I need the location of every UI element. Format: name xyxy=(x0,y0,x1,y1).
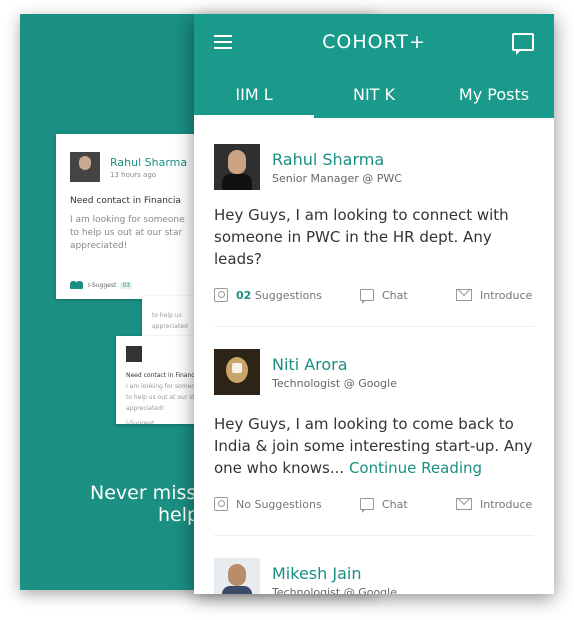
suggestions-label: No Suggestions xyxy=(236,497,322,511)
tagline: Never miss xyxy=(90,482,197,504)
avatar xyxy=(126,346,142,362)
post-time: 13 hours ago xyxy=(110,170,157,179)
author-role: Senior Manager @ PWC xyxy=(272,171,402,185)
continue-reading-link[interactable]: Continue Reading xyxy=(349,459,482,477)
introduce-button[interactable]: Introduce xyxy=(456,498,532,511)
author-role: Technologist @ Google xyxy=(272,585,397,595)
app-title: COHORT+ xyxy=(322,31,426,53)
suggestions-button[interactable]: No Suggestions xyxy=(214,497,360,511)
people-icon xyxy=(70,281,84,289)
author-name[interactable]: Mikesh Jain xyxy=(272,564,397,583)
messages-icon[interactable] xyxy=(512,33,534,55)
suggestions-icon xyxy=(214,497,228,511)
chat-button[interactable]: Chat xyxy=(360,497,456,513)
menu-icon[interactable] xyxy=(214,35,232,49)
avatar[interactable] xyxy=(214,144,260,190)
post-text: Hey Guys, I am looking to connect with s… xyxy=(214,206,509,268)
post-card: Niti Arora Technologist @ Google Hey Guy… xyxy=(194,327,554,513)
suggestions-label: Suggestions xyxy=(254,288,323,302)
author-name: Rahul Sharma xyxy=(110,155,188,169)
suggestions-button[interactable]: 02 Suggestions xyxy=(214,288,360,302)
tab-bar: IIM L NIT K My Posts xyxy=(194,70,554,118)
introduce-label: Introduce xyxy=(480,288,533,302)
tab-my-posts[interactable]: My Posts xyxy=(434,70,554,118)
chat-icon xyxy=(360,289,374,304)
introduce-button[interactable]: Introduce xyxy=(456,289,532,302)
tab-nit-k[interactable]: NIT K xyxy=(314,70,434,118)
mail-icon xyxy=(456,289,472,301)
chat-button[interactable]: Chat xyxy=(360,288,456,304)
author-name[interactable]: Niti Arora xyxy=(272,355,397,374)
suggestions-count: 02 xyxy=(236,288,252,302)
post-actions: No Suggestions Chat Introduce xyxy=(214,497,534,513)
author-role: Technologist @ Google xyxy=(272,376,397,390)
mail-icon xyxy=(456,498,472,510)
avatar[interactable] xyxy=(214,558,260,594)
chat-label: Chat xyxy=(382,288,408,302)
post-card: Rahul Sharma Senior Manager @ PWC Hey Gu… xyxy=(194,118,554,304)
chat-label: Chat xyxy=(382,497,408,511)
avatar[interactable] xyxy=(214,349,260,395)
suggest-count: 03 xyxy=(120,281,132,289)
suggest-label: I-Suggest xyxy=(88,281,117,289)
post-card: Mikesh Jain Technologist @ Google xyxy=(194,536,554,594)
app-screen: COHORT+ IIM L NIT K My Posts Rahul Sharm… xyxy=(194,14,554,594)
tab-iim-l[interactable]: IIM L xyxy=(194,70,314,118)
avatar xyxy=(70,152,100,182)
chat-icon xyxy=(360,498,374,513)
suggestions-icon xyxy=(214,288,228,302)
introduce-label: Introduce xyxy=(480,497,533,511)
post-text: Hey Guys, I am looking to come back to I… xyxy=(214,413,534,479)
post-actions: 02 Suggestions Chat Introduce xyxy=(214,288,534,304)
app-bar: COHORT+ xyxy=(194,14,554,70)
author-name[interactable]: Rahul Sharma xyxy=(272,150,402,169)
suggest-button: I-Suggest 03 xyxy=(70,281,132,289)
